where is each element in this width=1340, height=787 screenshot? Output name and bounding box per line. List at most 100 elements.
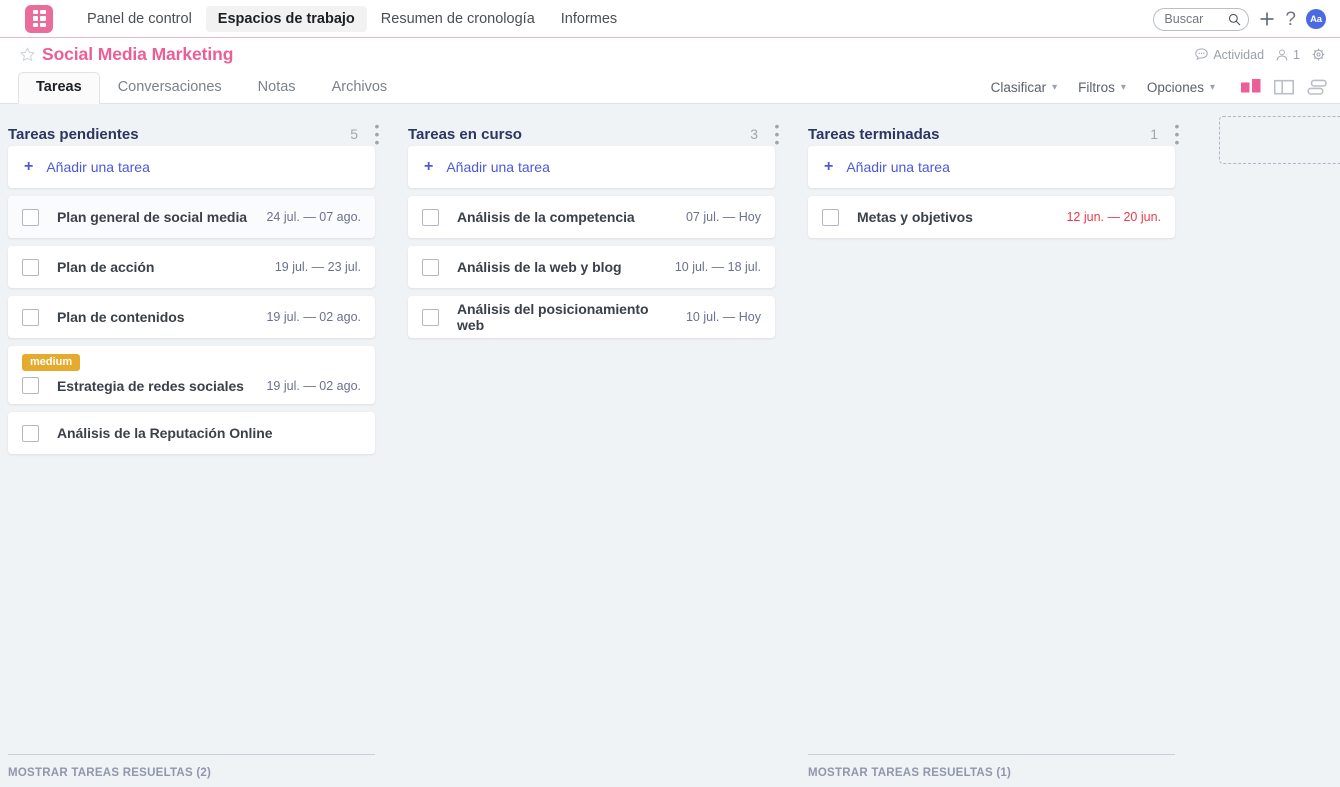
task-title: Estrategia de redes sociales [57, 377, 244, 394]
task-checkbox[interactable] [22, 308, 39, 326]
task-card[interactable]: Metas y objetivos 12 jun. — 20 jun. [808, 196, 1175, 238]
gear-icon [1311, 47, 1326, 62]
column-count: 1 [1150, 126, 1158, 142]
footer-divider [8, 754, 375, 755]
members-button[interactable]: 1 [1275, 48, 1300, 62]
person-icon [1275, 48, 1289, 62]
plus-icon: + [824, 158, 834, 175]
board-view-icon[interactable] [1241, 79, 1262, 96]
building-grid-icon [32, 10, 46, 27]
task-card[interactable]: Análisis del posicionamiento web 10 jul. … [408, 296, 775, 338]
task-title: Metas y objetivos [857, 209, 973, 225]
task-checkbox[interactable] [422, 308, 439, 326]
task-title: Análisis de la Reputación Online [57, 425, 273, 442]
column-footer: MOSTRAR TAREAS RESUELTAS (2) [8, 754, 375, 787]
add-task-button[interactable]: + Añadir una tarea [8, 146, 375, 188]
task-title: Análisis de la competencia [457, 209, 635, 225]
search-input[interactable]: Buscar [1153, 7, 1250, 31]
task-checkbox[interactable] [22, 424, 39, 442]
task-checkbox[interactable] [822, 208, 839, 226]
task-card[interactable]: medium Estrategia de redes sociales 19 jul… [8, 346, 375, 405]
column-menu-button[interactable]: • • • [772, 119, 782, 149]
add-button[interactable] [1259, 11, 1275, 27]
top-navigation-bar: Panel de control Espacios de trabajo Resum… [0, 0, 1340, 38]
filters-dropdown[interactable]: Filtros ▾ [1069, 77, 1135, 98]
board-column: Tareas en curso 3 • • • + Añadir una tarea Anál… [400, 104, 800, 787]
task-card[interactable]: Análisis de la competencia 07 jul. — Hoy [408, 196, 775, 238]
task-date: 12 jun. — 20 jun. [1066, 210, 1161, 224]
task-checkbox[interactable] [422, 258, 439, 276]
add-task-label: Añadir una tarea [846, 159, 950, 175]
footer-divider [808, 754, 1175, 755]
task-title: Plan de acción [57, 259, 155, 275]
column-title: Tareas en curso [408, 125, 522, 143]
task-board: Tareas pendientes 5 • • • + Añadir una tarea Pl… [0, 104, 1340, 787]
task-date: 19 jul. — 23 jul. [274, 260, 361, 274]
tab-4[interactable]: Archivos [314, 72, 406, 104]
column-footer: MOSTRAR TAREAS RESUELTAS (1) [808, 754, 1175, 787]
column-menu-button[interactable]: • • • [1172, 119, 1182, 149]
settings-button[interactable] [1311, 47, 1326, 62]
board-column: Tareas terminadas 1 • • • + Añadir una tarea Me… [800, 104, 1200, 787]
tab-3[interactable]: Notas [240, 72, 314, 104]
column-title: Tareas terminadas [808, 125, 940, 143]
task-title: Análisis de la web y blog [457, 259, 622, 275]
task-checkbox[interactable] [422, 208, 439, 226]
nav-item-3[interactable]: Resumen de cronología [369, 6, 547, 32]
task-checkbox[interactable] [22, 208, 39, 226]
task-checkbox[interactable] [22, 258, 39, 276]
project-header: Social Media Marketing Actividad 1 [0, 38, 1340, 71]
star-icon[interactable] [20, 47, 35, 62]
task-date: 10 jul. — 18 jul. [674, 260, 761, 274]
filters-label: Filtros [1078, 80, 1115, 95]
add-column-placeholder[interactable] [1219, 116, 1340, 164]
list-view-icon[interactable] [1307, 79, 1328, 96]
activity-label: Actividad [1213, 47, 1265, 62]
task-card[interactable]: Plan general de social media 24 jul. — 07… [8, 196, 375, 238]
add-task-button[interactable]: + Añadir una tarea [408, 146, 775, 188]
page-title[interactable]: Social Media Marketing [42, 44, 233, 65]
split-view-icon[interactable] [1274, 79, 1295, 96]
column-cards: + Añadir una tarea Plan general de social … [0, 146, 400, 455]
nav-item-1[interactable]: Panel de control [75, 6, 204, 32]
app-logo[interactable] [25, 4, 53, 33]
help-button[interactable]: ? [1285, 10, 1296, 29]
nav-item-4[interactable]: Informes [549, 6, 629, 32]
show-resolved-tasks-link[interactable]: MOSTRAR TAREAS RESUELTAS (1) [808, 767, 1175, 782]
nav-item-2[interactable]: Espacios de trabajo [205, 5, 367, 32]
tab-1[interactable]: Tareas [18, 72, 100, 104]
plus-icon: + [424, 158, 434, 175]
task-card[interactable]: Análisis de la Reputación Online [8, 412, 375, 455]
task-title: Plan de contenidos [57, 309, 185, 325]
add-task-button[interactable]: + Añadir una tarea [808, 146, 1175, 188]
column-menu-button[interactable]: • • • [372, 119, 382, 149]
add-task-label: Añadir una tarea [446, 159, 550, 175]
top-bar-actions: Buscar ? Aa [1153, 0, 1326, 38]
show-resolved-tasks-link[interactable]: MOSTRAR TAREAS RESUELTAS (2) [8, 767, 375, 782]
column-header: Tareas en curso 3 • • • [400, 104, 800, 149]
task-card[interactable]: Plan de acción 19 jul. — 23 jul. [8, 246, 375, 288]
column-header: Tareas terminadas 1 • • • [800, 104, 1200, 149]
activity-button[interactable]: Actividad [1194, 47, 1264, 62]
task-title: Plan general de social media [57, 209, 248, 225]
task-card[interactable]: Análisis de la web y blog 10 jul. — 18 ju… [408, 246, 775, 288]
sort-dropdown[interactable]: Clasificar ▾ [982, 77, 1067, 98]
task-title: Análisis del posicionamiento web [457, 301, 649, 333]
task-card[interactable]: Plan de contenidos 19 jul. — 02 ago. [8, 296, 375, 338]
board-column: Tareas pendientes 5 • • • + Añadir una tarea Pl… [0, 104, 400, 787]
tab-2[interactable]: Conversaciones [100, 72, 240, 104]
plus-icon: + [24, 158, 34, 175]
task-tag-row: medium [22, 346, 361, 372]
chevron-down-icon: ▾ [1052, 82, 1058, 93]
search-icon [1228, 13, 1241, 26]
options-label: Opciones [1146, 80, 1204, 95]
task-checkbox[interactable] [22, 377, 39, 395]
column-header: Tareas pendientes 5 • • • [0, 104, 400, 149]
members-count: 1 [1293, 47, 1300, 62]
project-tabs: Tareas Conversaciones Notas Archivos Clasif… [0, 71, 1340, 104]
options-dropdown[interactable]: Opciones ▾ [1138, 77, 1224, 98]
column-count: 3 [750, 126, 758, 142]
search-placeholder: Buscar [1164, 11, 1204, 26]
avatar[interactable]: Aa [1306, 9, 1326, 29]
main-nav: Panel de control Espacios de trabajo Resum… [75, 5, 629, 32]
